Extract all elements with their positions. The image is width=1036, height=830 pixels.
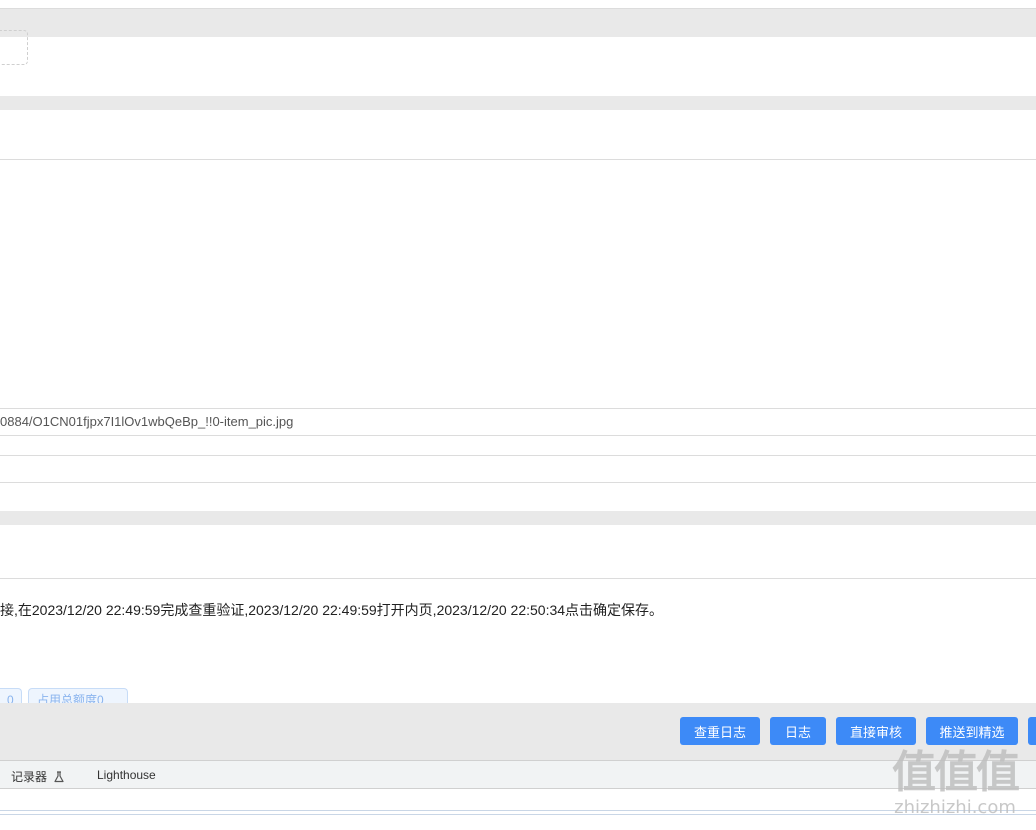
devtools-line-1 (0, 810, 1036, 811)
divider-2 (0, 408, 1036, 409)
top-band (0, 8, 1036, 37)
devtools-tabbar: 记录器 Lighthouse (0, 760, 1036, 789)
image-preview-area (0, 160, 1036, 408)
operation-log-text: 接,在2023/12/20 22:49:59完成查重验证,2023/12/20 … (0, 602, 664, 618)
direct-review-button[interactable]: 直接审核 (836, 717, 916, 745)
devtools-line-2 (0, 814, 1036, 815)
devtools-tab-recorder[interactable]: 记录器 (11, 768, 65, 785)
divider-6 (0, 578, 1036, 579)
section-band-2 (0, 511, 1036, 525)
upload-box[interactable] (0, 30, 28, 65)
flask-icon (53, 770, 65, 783)
log-button[interactable]: 日志 (770, 717, 826, 745)
image-path-text: 0884/O1CN01fjpx7I1lOv1wbQeBp_!!0-item_pi… (0, 414, 294, 429)
more-button-partial[interactable] (1028, 717, 1036, 745)
devtools-tab-recorder-label: 记录器 (11, 770, 48, 784)
divider-5 (0, 482, 1036, 483)
duplicate-check-log-button[interactable]: 查重日志 (680, 717, 760, 745)
section-band-1 (0, 96, 1036, 110)
devtools-tab-lighthouse-label: Lighthouse (97, 768, 156, 782)
devtools-tab-lighthouse[interactable]: Lighthouse (97, 768, 156, 782)
divider-3 (0, 435, 1036, 436)
push-to-featured-button[interactable]: 推送到精选 (926, 717, 1018, 745)
divider-4 (0, 455, 1036, 456)
devtools-panel: 记录器 Lighthouse (0, 760, 1036, 830)
